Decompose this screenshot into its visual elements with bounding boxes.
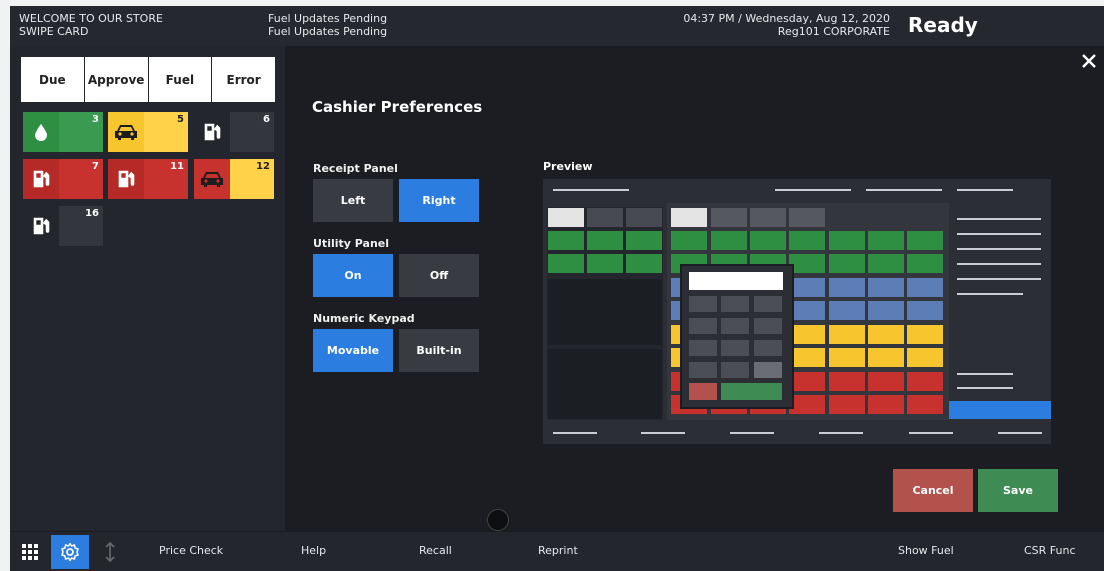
receipt-panel-label: Receipt Panel [313,162,398,175]
pump-5[interactable]: 5 [108,112,188,152]
pump-3[interactable]: 3 [23,112,103,152]
pump-number: 3 [92,114,99,125]
utility-panel-label: Utility Panel [313,237,390,250]
pump-16[interactable]: 16 [23,206,103,246]
fuel-pump-icon [23,159,59,199]
fuel-drop-icon [23,112,59,152]
pump-number: 7 [92,161,99,172]
keypad-movable-button[interactable]: Movable [313,329,393,372]
reprint-button[interactable]: Reprint [538,544,578,557]
numeric-keypad-label: Numeric Keypad [313,312,415,325]
apps-grid-icon[interactable] [18,540,42,564]
pump-number: 5 [177,114,184,125]
show-fuel-button[interactable]: Show Fuel [898,544,954,557]
fuel-panel: Due Approve Fuel Error 3 5 6 7 11 12 16 [10,46,285,531]
fuel-status-line-1: Fuel Updates Pending [268,12,388,25]
tab-fuel[interactable]: Fuel [149,57,213,102]
utility-on-button[interactable]: On [313,254,393,297]
settings-gear-icon[interactable] [51,535,89,569]
store-line-2: SWIPE CARD [19,25,89,38]
pump-11[interactable]: 11 [108,159,188,199]
pump-12[interactable]: 12 [194,159,274,199]
fuel-pump-icon [23,206,59,246]
save-button[interactable]: Save [978,469,1058,512]
fuel-pump-icon [194,112,230,152]
date-register-info: 04:37 PM / Wednesday, Aug 12, 2020 Reg10… [683,12,890,38]
pump-number: 6 [263,114,270,125]
close-icon[interactable] [1080,52,1098,70]
bottom-toolbar: Price Check Help Recall Reprint Show Fue… [10,531,1104,571]
car-icon [108,112,144,152]
fuel-filter-tabs: Due Approve Fuel Error [21,57,275,102]
fuel-status: Fuel Updates Pending Fuel Updates Pendin… [268,12,387,38]
receipt-right-button[interactable]: Right [399,179,479,222]
fuel-status-line-2: Fuel Updates Pending [268,25,388,38]
register-label: Reg101 CORPORATE [777,25,890,38]
keypad-builtin-button[interactable]: Built-in [399,329,479,372]
tab-approve[interactable]: Approve [85,57,149,102]
cancel-button[interactable]: Cancel [893,469,973,512]
recall-button[interactable]: Recall [419,544,452,557]
car-icon [194,159,230,199]
header-bar: WELCOME TO OUR STORE SWIPE CARD Fuel Upd… [10,6,1104,46]
preview-label: Preview [543,160,593,173]
cashier-preferences-panel: Cashier Preferences Receipt Panel Left R… [285,46,1104,531]
layout-preview [543,179,1051,444]
receipt-left-button[interactable]: Left [313,179,393,222]
pos-window: WELCOME TO OUR STORE SWIPE CARD Fuel Upd… [10,6,1104,571]
status-indicator: Ready [908,13,978,37]
pump-7[interactable]: 7 [23,159,103,199]
store-message: WELCOME TO OUR STORE SWIPE CARD [19,12,163,38]
csr-func-button[interactable]: CSR Func [1024,544,1076,557]
store-line-1: WELCOME TO OUR STORE [19,12,163,25]
tab-due[interactable]: Due [21,57,85,102]
utility-off-button[interactable]: Off [399,254,479,297]
preview-illustration [547,189,1051,434]
pump-6[interactable]: 6 [194,112,274,152]
tab-error[interactable]: Error [212,57,275,102]
pump-number: 16 [85,208,99,219]
pump-number: 11 [170,161,184,172]
price-check-button[interactable]: Price Check [159,544,223,557]
datetime-label: 04:37 PM / Wednesday, Aug 12, 2020 [683,12,890,25]
drag-handle[interactable] [487,509,509,531]
page-title: Cashier Preferences [312,98,483,116]
pump-number: 12 [256,161,270,172]
resize-vertical-icon[interactable] [100,540,120,564]
help-button[interactable]: Help [301,544,326,557]
fuel-pump-icon [108,159,144,199]
